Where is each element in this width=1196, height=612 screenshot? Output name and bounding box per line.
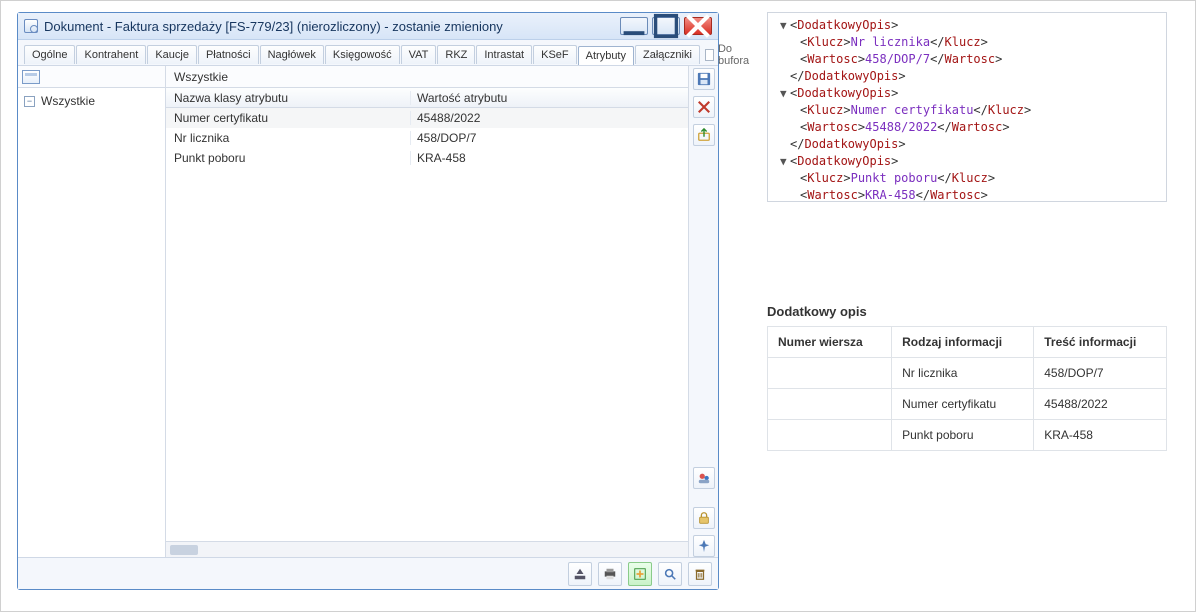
tab-kontrahent[interactable]: Kontrahent bbox=[76, 45, 146, 64]
users-button[interactable] bbox=[693, 467, 715, 489]
tab-naglowek[interactable]: Nagłówek bbox=[260, 45, 324, 64]
tab-ogolne[interactable]: Ogólne bbox=[24, 45, 75, 64]
search-button[interactable] bbox=[658, 562, 682, 586]
tree-pane: − Wszystkie bbox=[18, 66, 166, 557]
table-row[interactable]: Punkt poboru KRA-458 bbox=[166, 148, 688, 168]
tab-rkz[interactable]: RKZ bbox=[437, 45, 475, 64]
grid-header: Nazwa klasy atrybutu Wartość atrybutu bbox=[166, 88, 688, 108]
grid-col-name[interactable]: Nazwa klasy atrybutu bbox=[166, 91, 411, 105]
tab-ksiegowosc[interactable]: Księgowość bbox=[325, 45, 400, 64]
do-bufora-label: Do bufora bbox=[718, 43, 752, 67]
minimize-button[interactable] bbox=[620, 17, 648, 35]
cell-kind: Punkt poboru bbox=[892, 420, 1034, 451]
table-row[interactable]: Nr licznika 458/DOP/7 bbox=[166, 128, 688, 148]
list-item[interactable]: Numer certyfikatu 45488/2022 bbox=[768, 389, 1167, 420]
tabstrip: Ogólne Kontrahent Kaucje Płatności Nagłó… bbox=[18, 40, 718, 66]
close-button[interactable] bbox=[684, 17, 712, 35]
list-item[interactable]: Nr licznika 458/DOP/7 bbox=[768, 358, 1167, 389]
upload-button[interactable] bbox=[568, 562, 592, 586]
cell-name: Nr licznika bbox=[166, 131, 411, 145]
tab-kaucje[interactable]: Kaucje bbox=[147, 45, 197, 64]
tree-root[interactable]: − Wszystkie bbox=[22, 92, 161, 110]
trash-button[interactable] bbox=[688, 562, 712, 586]
extra-col-val: Treść informacji bbox=[1034, 327, 1167, 358]
xml-preview: ▼<DodatkowyOpis><Klucz>Nr licznika</Kluc… bbox=[767, 12, 1167, 202]
pin-button[interactable] bbox=[693, 535, 715, 557]
cell-kind: Nr licznika bbox=[892, 358, 1034, 389]
cell-kind: Numer certyfikatu bbox=[892, 389, 1034, 420]
do-bufora-checkbox[interactable]: Do bufora bbox=[705, 43, 752, 67]
extra-col-kind: Rodzaj informacji bbox=[892, 327, 1034, 358]
cell-val: 458/DOP/7 bbox=[1034, 358, 1167, 389]
maximize-button[interactable] bbox=[652, 17, 680, 35]
extra-col-num: Numer wiersza bbox=[768, 327, 892, 358]
cell-num bbox=[768, 358, 892, 389]
cell-name: Punkt poboru bbox=[166, 151, 411, 165]
cell-num bbox=[768, 420, 892, 451]
side-toolbar bbox=[688, 66, 718, 557]
tab-ksef[interactable]: KSeF bbox=[533, 45, 577, 64]
save-button[interactable] bbox=[693, 68, 715, 90]
scroll-thumb[interactable] bbox=[170, 545, 198, 555]
cell-num bbox=[768, 389, 892, 420]
layout-icon[interactable] bbox=[22, 70, 40, 84]
app-window: Dokument - Faktura sprzedaży [FS-779/23]… bbox=[17, 12, 719, 590]
app-icon bbox=[24, 19, 38, 33]
cell-value: 458/DOP/7 bbox=[411, 131, 688, 145]
table-row[interactable]: Numer certyfikatu 45488/2022 bbox=[166, 108, 688, 128]
tab-intrastat[interactable]: Intrastat bbox=[476, 45, 532, 64]
tree-root-label: Wszystkie bbox=[41, 94, 95, 108]
extra-section-title: Dodatkowy opis bbox=[767, 304, 867, 319]
tree-header bbox=[18, 66, 165, 88]
tab-platnosci[interactable]: Płatności bbox=[198, 45, 259, 64]
cell-val: KRA-458 bbox=[1034, 420, 1167, 451]
add-button[interactable] bbox=[628, 562, 652, 586]
cell-value: KRA-458 bbox=[411, 151, 688, 165]
window-title: Dokument - Faktura sprzedaży [FS-779/23]… bbox=[44, 19, 620, 34]
tab-vat[interactable]: VAT bbox=[401, 45, 437, 64]
list-item[interactable]: Punkt poboru KRA-458 bbox=[768, 420, 1167, 451]
collapse-icon[interactable]: − bbox=[24, 96, 35, 107]
extra-table: Numer wiersza Rodzaj informacji Treść in… bbox=[767, 326, 1167, 451]
tab-atrybuty[interactable]: Atrybuty bbox=[578, 46, 634, 65]
lock-button[interactable] bbox=[693, 507, 715, 529]
tab-zalaczniki[interactable]: Załączniki bbox=[635, 45, 700, 64]
checkbox-icon bbox=[705, 49, 714, 61]
cell-val: 45488/2022 bbox=[1034, 389, 1167, 420]
export-button[interactable] bbox=[693, 124, 715, 146]
grid-pane: Wszystkie Nazwa klasy atrybutu Wartość a… bbox=[166, 66, 688, 557]
horizontal-scrollbar[interactable] bbox=[166, 541, 688, 557]
cell-value: 45488/2022 bbox=[411, 111, 688, 125]
cell-name: Numer certyfikatu bbox=[166, 111, 411, 125]
bottom-toolbar bbox=[18, 557, 718, 589]
print-button[interactable] bbox=[598, 562, 622, 586]
grid-title: Wszystkie bbox=[166, 66, 688, 88]
delete-button[interactable] bbox=[693, 96, 715, 118]
titlebar: Dokument - Faktura sprzedaży [FS-779/23]… bbox=[18, 13, 718, 40]
grid-col-value[interactable]: Wartość atrybutu bbox=[411, 91, 688, 105]
